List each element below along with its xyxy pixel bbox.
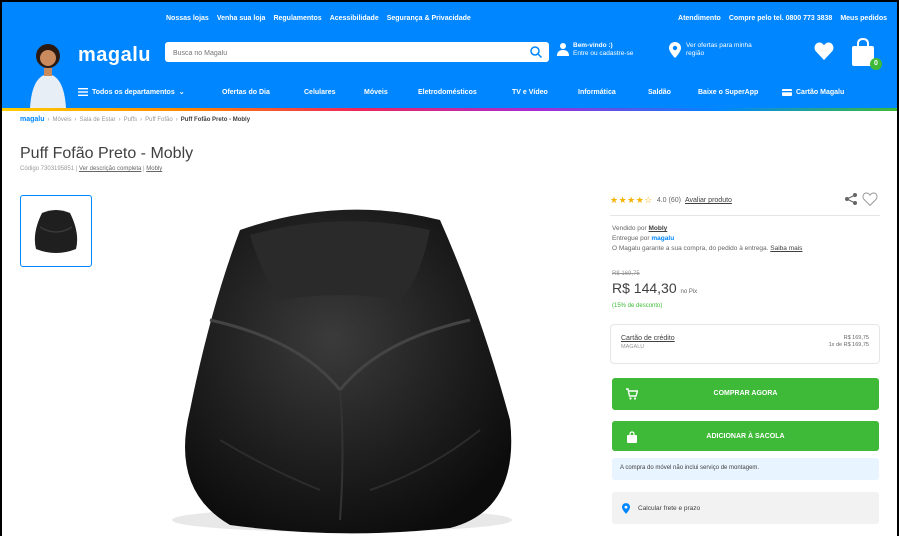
nav-item[interactable]: Celulares bbox=[304, 88, 364, 96]
add-to-bag-label: ADICIONAR À SACOLA bbox=[706, 433, 785, 440]
category-nav: Todos os departamentos ⌄ Ofertas do Dia … bbox=[2, 78, 897, 108]
guarantee-text: O Magalu garante a sua compra, do pedido… bbox=[612, 245, 769, 252]
brand-link[interactable]: Mobly bbox=[146, 166, 162, 172]
credit-card-option[interactable]: Cartão de crédito MAGALU R$ 169,75 1x de… bbox=[610, 324, 880, 364]
product-title: Puff Fofão Preto - Mobly bbox=[20, 145, 194, 162]
product-code: Código 7303195851 bbox=[20, 166, 75, 172]
card-sub: MAGALU bbox=[621, 344, 645, 350]
price-value: R$ 144,30 bbox=[612, 280, 677, 296]
nav-item[interactable]: Móveis bbox=[364, 88, 418, 96]
breadcrumb-separator: › bbox=[74, 116, 77, 123]
nav-label: Cartão Magalu bbox=[796, 88, 845, 96]
add-to-bag-button[interactable]: ADICIONAR À SACOLA bbox=[612, 421, 879, 451]
favorite-heart-icon[interactable] bbox=[862, 191, 878, 207]
top-links: Nossas lojas Venha sua loja Regulamentos… bbox=[166, 15, 471, 22]
breadcrumb-separator: › bbox=[175, 116, 178, 123]
delivered-by: magalu bbox=[651, 235, 675, 242]
beanbag-thumbnail-image bbox=[34, 210, 78, 253]
site-header: Nossas lojas Venha sua loja Regulamentos… bbox=[2, 2, 897, 110]
product-main-image bbox=[172, 209, 512, 534]
orders-link[interactable]: Meus pedidos bbox=[840, 15, 887, 22]
top-link[interactable]: Segurança & Privacidade bbox=[387, 15, 471, 22]
location-selector[interactable]: Ver ofertas para minha região bbox=[669, 42, 752, 58]
phone-link[interactable]: Compre pelo tel. 0800 773 3838 bbox=[729, 15, 833, 22]
breadcrumb-item[interactable]: Sala de Estar bbox=[80, 117, 116, 123]
product-meta: Código 7303195851 | Ver descrição comple… bbox=[20, 166, 163, 172]
location-pin-icon bbox=[622, 502, 630, 514]
chevron-down-icon: ⌄ bbox=[178, 89, 185, 96]
card-value: R$ 169,75 bbox=[843, 335, 869, 341]
full-description-link[interactable]: Ver descrição completa bbox=[79, 166, 141, 172]
top-link[interactable]: Venha sua loja bbox=[217, 15, 266, 22]
user-icon bbox=[557, 43, 569, 56]
menu-icon bbox=[78, 88, 88, 96]
breadcrumb-separator: › bbox=[140, 116, 143, 123]
favorites-heart-icon[interactable] bbox=[814, 42, 834, 60]
breadcrumb-current: Puff Fofão Preto - Mobly bbox=[180, 116, 251, 123]
top-link[interactable]: Regulamentos bbox=[273, 15, 321, 22]
product-thumbnail[interactable] bbox=[20, 195, 92, 267]
top-right-links: Atendimento Compre pelo tel. 0800 773 38… bbox=[678, 15, 887, 22]
nav-item[interactable]: Ofertas do Dia bbox=[222, 88, 304, 96]
brand-color-strip bbox=[2, 108, 897, 111]
sold-by-label: Vendido por bbox=[612, 225, 647, 232]
card-installment: 1x de R$ 169,75 bbox=[828, 342, 869, 348]
shipping-calculator[interactable]: Calcular frete e prazo bbox=[612, 492, 879, 524]
price-suffix: no Pix bbox=[680, 289, 698, 295]
nav-all-departments[interactable]: Todos os departamentos ⌄ bbox=[78, 88, 222, 96]
breadcrumb: magalu › Móveis › Sala de Estar › Puffs … bbox=[20, 116, 250, 123]
search-icon[interactable] bbox=[529, 45, 543, 59]
login-cta: Entre ou cadastre-se bbox=[573, 50, 634, 57]
search-input[interactable] bbox=[165, 43, 505, 64]
buy-now-label: COMPRAR AGORA bbox=[713, 390, 778, 397]
assembly-notice: A compra do móvel não inclui serviço de … bbox=[612, 458, 879, 480]
divider bbox=[610, 215, 880, 216]
nav-card-magalu[interactable]: Cartão Magalu bbox=[782, 88, 844, 96]
buy-now-button[interactable]: COMPRAR AGORA bbox=[612, 378, 879, 410]
location-line1: Ver ofertas para minha bbox=[686, 42, 752, 49]
top-bar: Nossas lojas Venha sua loja Regulamentos… bbox=[2, 2, 897, 34]
breadcrumb-separator: › bbox=[118, 116, 121, 123]
original-price: R$ 169,75 bbox=[612, 271, 640, 277]
nav-item[interactable]: TV e Vídeo bbox=[512, 88, 578, 96]
cart-count-badge: 0 bbox=[870, 58, 882, 70]
location-line2: região bbox=[686, 50, 705, 57]
breadcrumb-item[interactable]: Puffs bbox=[124, 117, 138, 123]
search-box bbox=[165, 42, 549, 64]
learn-more-link[interactable]: Saiba mais bbox=[770, 245, 802, 252]
nav-item[interactable]: Saldão bbox=[648, 88, 698, 96]
current-price: R$ 144,30 no Pix bbox=[612, 280, 697, 296]
product-rating: ★★★★☆ 4.0 (60) Avaliar produto bbox=[610, 195, 732, 206]
seller-link[interactable]: Mobly bbox=[649, 225, 668, 232]
nav-label: Todos os departamentos bbox=[92, 88, 175, 96]
breadcrumb-home[interactable]: magalu bbox=[20, 116, 45, 123]
top-link[interactable]: Acessibilidade bbox=[330, 15, 379, 22]
nav-item[interactable]: Eletrodomésticos bbox=[418, 88, 512, 96]
top-link[interactable]: Nossas lojas bbox=[166, 15, 209, 22]
rating-stars: ★★★★☆ bbox=[610, 195, 653, 205]
nav-item[interactable]: Informática bbox=[578, 88, 648, 96]
shipping-label: Calcular frete e prazo bbox=[638, 504, 701, 512]
rating-score: 4.0 (60) bbox=[656, 197, 681, 204]
seller-info: Vendido por Mobly Entregue por magalu O … bbox=[612, 224, 802, 254]
credit-card-icon bbox=[782, 88, 792, 96]
login-link[interactable]: Bem-vindo :) Entre ou cadastre-se bbox=[557, 42, 633, 58]
support-link[interactable]: Atendimento bbox=[678, 15, 721, 22]
discount-text: (15% de desconto) bbox=[612, 303, 663, 309]
login-greeting: Bem-vindo :) bbox=[573, 42, 613, 49]
breadcrumb-item[interactable]: Puff Fofão bbox=[145, 117, 173, 123]
magalu-logo[interactable]: magalu bbox=[78, 44, 151, 67]
nav-item[interactable]: Baixe o SuperApp bbox=[698, 88, 782, 96]
card-label: Cartão de crédito bbox=[621, 335, 675, 342]
breadcrumb-item[interactable]: Móveis bbox=[53, 117, 72, 123]
location-pin-icon bbox=[669, 42, 681, 58]
shopping-bag-button[interactable]: 0 bbox=[850, 37, 882, 70]
share-icon[interactable] bbox=[844, 192, 858, 206]
delivered-by-label: Entregue por bbox=[612, 235, 650, 242]
rate-product-link[interactable]: Avaliar produto bbox=[685, 197, 732, 204]
breadcrumb-separator: › bbox=[47, 116, 50, 123]
